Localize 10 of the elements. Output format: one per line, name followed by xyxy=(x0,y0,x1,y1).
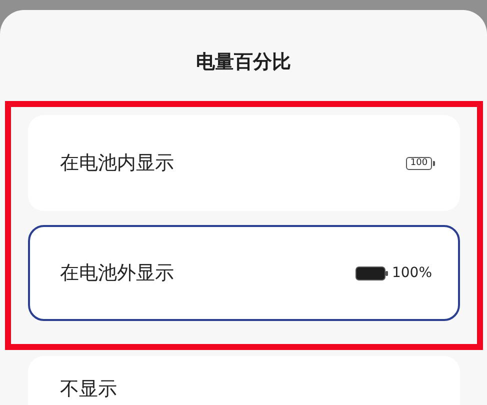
battery-percent-icon: 100 xyxy=(406,156,432,170)
option-card[interactable]: 不显示 xyxy=(28,356,460,405)
option-card[interactable]: 在电池内显示 100 xyxy=(28,115,460,211)
battery-icon xyxy=(354,266,389,280)
option-label: 在电池外显示 xyxy=(60,262,174,284)
battery-percent-text: 100% xyxy=(392,265,432,281)
option-label: 在电池内显示 xyxy=(60,152,174,174)
option-card[interactable]: 在电池外显示 100% xyxy=(28,225,460,321)
option-label: 不显示 xyxy=(60,378,117,400)
sheet-title: 电量百分比 xyxy=(196,50,291,74)
